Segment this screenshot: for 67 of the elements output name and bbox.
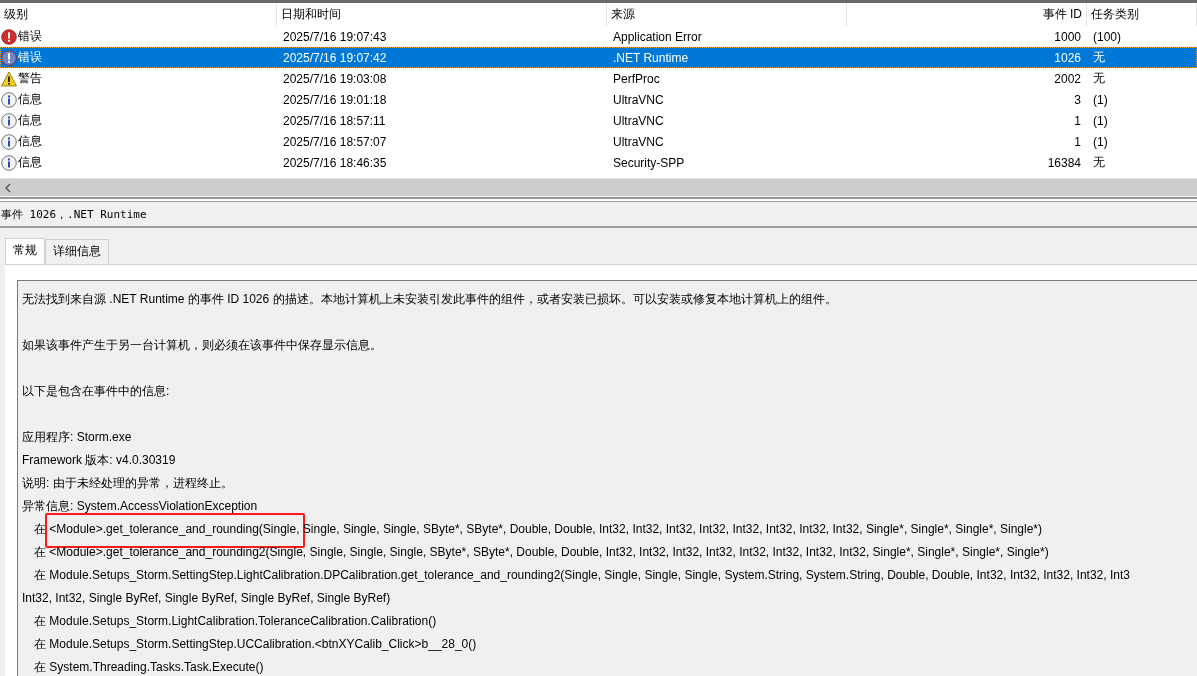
- column-header[interactable]: 来源: [607, 3, 847, 26]
- date-cell-text: 2025/7/16 19:07:43: [282, 29, 388, 44]
- column-header[interactable]: 日期和时间: [277, 3, 607, 26]
- description-line: 在 <Module>.get_tolerance_and_rounding2(Single, Single, Single, Single, SByte*, SByte*, Double, Double, Int32, Int32, Int32, Int32, Int32, Int32, Int32, Int32, Single*, Single*, Single*, Single*): [34, 545, 1049, 559]
- date-cell-text: 2025/7/16 19:03:08: [282, 71, 388, 86]
- event-id-cell-text: 1: [1073, 113, 1082, 128]
- level-text: 警告: [18, 70, 42, 87]
- date-cell-text: 2025/7/16 18:57:07: [282, 134, 388, 149]
- date-cell-text: 2025/7/16 18:57:11: [282, 113, 387, 128]
- date-cell-text: 2025/7/16 18:46:35: [282, 155, 388, 170]
- task-cell-text: 无: [1092, 49, 1106, 66]
- level-text: 错误: [18, 28, 42, 45]
- column-header[interactable]: 事件 ID: [847, 3, 1087, 26]
- source-cell-text: Application Error: [612, 29, 703, 44]
- description-line: Int32, Int32, Single ByRef, Single ByRef, Single ByRef, Single ByRef): [22, 591, 391, 605]
- tab[interactable]: 详细信息: [45, 239, 109, 264]
- event-id-cell-text: 16384: [1046, 155, 1082, 170]
- source-cell-text: UltraVNC: [612, 113, 665, 128]
- event-id-cell-text: 1000: [1053, 29, 1082, 44]
- task-cell-text: (1): [1092, 113, 1109, 128]
- description-line: 应用程序: Storm.exe: [22, 430, 132, 444]
- event-id-cell-text: 2002: [1053, 71, 1082, 86]
- description-line: 异常信息: System.AccessViolationException: [22, 499, 258, 513]
- error-icon: [1, 49, 17, 66]
- description-line: 说明: 由于未经处理的异常，进程终止。: [22, 476, 233, 490]
- event-id-cell-text: 1: [1073, 134, 1082, 149]
- event-row[interactable]: 信息 2025/7/16 18:46:35 Security-SPP 16384 无: [0, 152, 1197, 173]
- description-line: Framework 版本: v4.0.30319: [22, 453, 176, 467]
- source-cell-text: PerfProc: [612, 71, 661, 86]
- task-cell-text: (1): [1092, 92, 1109, 107]
- source-cell-text: .NET Runtime: [612, 50, 690, 65]
- column-header[interactable]: 任务类别: [1087, 3, 1197, 26]
- event-title: 事件 1026，.NET Runtime: [0, 202, 1197, 228]
- level-text: 信息: [18, 133, 42, 150]
- source-cell-text: Security-SPP: [612, 155, 686, 170]
- task-cell-text: 无: [1092, 70, 1106, 87]
- task-cell-text: (1): [1092, 134, 1109, 149]
- description-line: 在 Module.Setups_Storm.SettingStep.LightCalibration.DPCalibration.get_tolerance_and_rounding2(Single, Single, Single, Single, System.String, System.String, Double, Double, Int32, Int32, Int32, Int32, Int3: [34, 568, 1130, 582]
- description-line: 无法找到来自源 .NET Runtime 的事件 ID 1026 的描述。本地计算机上未安装引发此事件的组件，或者安装已损坏。可以安装或修复本地计算机上的组件。: [22, 292, 837, 306]
- level-text: 信息: [18, 154, 42, 171]
- event-row[interactable]: 信息 2025/7/16 19:01:18 UltraVNC 3 (1): [0, 89, 1197, 110]
- event-row[interactable]: 信息 2025/7/16 18:57:11 UltraVNC 1 (1): [0, 110, 1197, 131]
- source-cell-text: UltraVNC: [612, 92, 665, 107]
- horizontal-scrollbar[interactable]: [0, 178, 1197, 196]
- column-header[interactable]: 级别: [0, 3, 277, 26]
- task-cell-text: (100): [1092, 29, 1122, 44]
- date-cell-text: 2025/7/16 19:01:18: [282, 92, 388, 107]
- date-cell-text: 2025/7/16 19:07:42: [282, 50, 388, 65]
- tab[interactable]: 常规: [5, 238, 45, 264]
- level-text: 信息: [18, 112, 42, 129]
- description-line: 在 System.Threading.Tasks.Task.Execute(): [34, 660, 264, 674]
- event-row[interactable]: 信息 2025/7/16 18:57:07 UltraVNC 1 (1): [0, 131, 1197, 152]
- event-id-cell-text: 1026: [1053, 50, 1082, 65]
- description-line: 以下是包含在事件中的信息:: [22, 384, 170, 398]
- description-line: 如果该事件产生于另一台计算机，则必须在该事件中保存显示信息。: [22, 338, 382, 352]
- event-id-cell-text: 3: [1073, 92, 1082, 107]
- warning-icon: [1, 70, 17, 87]
- event-row[interactable]: 警告 2025/7/16 19:03:08 PerfProc 2002 无: [0, 68, 1197, 89]
- event-row[interactable]: 错误 2025/7/16 19:07:42 .NET Runtime 1026 无: [0, 47, 1197, 68]
- level-text: 信息: [18, 91, 42, 108]
- description-line: 在 Module.Setups_Storm.SettingStep.UCCalibration.<btnXYCalib_Click>b__28_0(): [34, 637, 477, 651]
- task-cell-text: 无: [1092, 154, 1106, 171]
- level-text: 错误: [18, 49, 42, 66]
- source-cell-text: UltraVNC: [612, 134, 665, 149]
- event-row[interactable]: 错误 2025/7/16 19:07:43 Application Error 1000 (100): [0, 26, 1197, 47]
- description-line: 在 Module.Setups_Storm.LightCalibration.ToleranceCalibration.Calibration(): [34, 614, 437, 628]
- scroll-left-icon[interactable]: [4, 182, 12, 193]
